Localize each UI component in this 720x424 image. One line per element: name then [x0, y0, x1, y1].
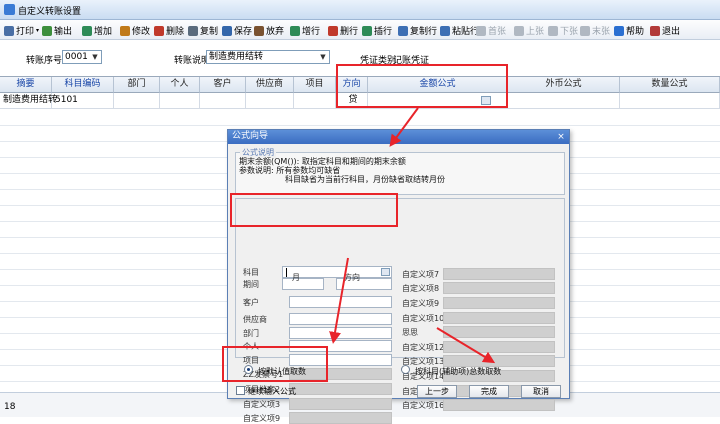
arrow-to-aux-radio: [436, 327, 496, 364]
arrow-to-dialog: [389, 107, 419, 147]
annotation-arrows: [329, 107, 496, 364]
arrow-to-default-radio: [329, 257, 349, 344]
